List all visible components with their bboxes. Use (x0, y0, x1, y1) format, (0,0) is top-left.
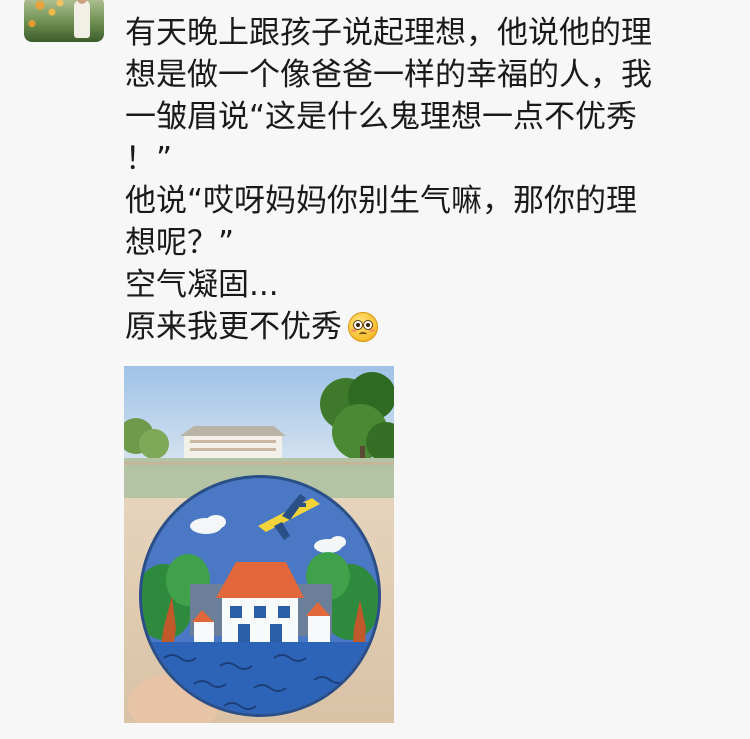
emoji-right-eye (364, 321, 372, 329)
avatar[interactable] (24, 0, 104, 42)
post-text-last-line: 原来我更不优秀 (125, 306, 725, 348)
painted-plate-photo (124, 366, 394, 723)
post-photo[interactable] (124, 366, 394, 723)
post-text-line: 他说“哎呀妈妈你别生气嘛，那你的理 (125, 183, 638, 219)
post-text-line: 想呢？” (125, 225, 235, 261)
post-text-line: 一皱眉说“这是什么鬼理想一点不优秀 (125, 99, 638, 135)
moments-post: 有天晚上跟孩子说起理想，他说他的理 想是做一个像爸爸一样的幸福的人，我 一皱眉说… (0, 0, 750, 739)
emoji-left-blush (351, 329, 357, 332)
emoji-mouth (359, 332, 367, 337)
background-building (180, 426, 286, 458)
post-text-line: 空气凝固... (125, 267, 279, 303)
flushed-face-icon (348, 312, 378, 342)
post-text-line: 有天晚上跟孩子说起理想，他说他的理 (125, 15, 652, 51)
emoji-left-eye (354, 321, 362, 329)
emoji-right-blush (369, 329, 375, 332)
avatar-person (74, 0, 90, 38)
avatar-flowers (24, 0, 104, 42)
post-text: 有天晚上跟孩子说起理想，他说他的理 想是做一个像爸爸一样的幸福的人，我 一皱眉说… (125, 12, 725, 348)
post-text-line: 原来我更不优秀 (125, 309, 342, 345)
post-text-line: ！” (125, 141, 173, 177)
post-text-line: 想是做一个像爸爸一样的幸福的人，我 (125, 57, 652, 93)
background-railing (124, 462, 394, 465)
